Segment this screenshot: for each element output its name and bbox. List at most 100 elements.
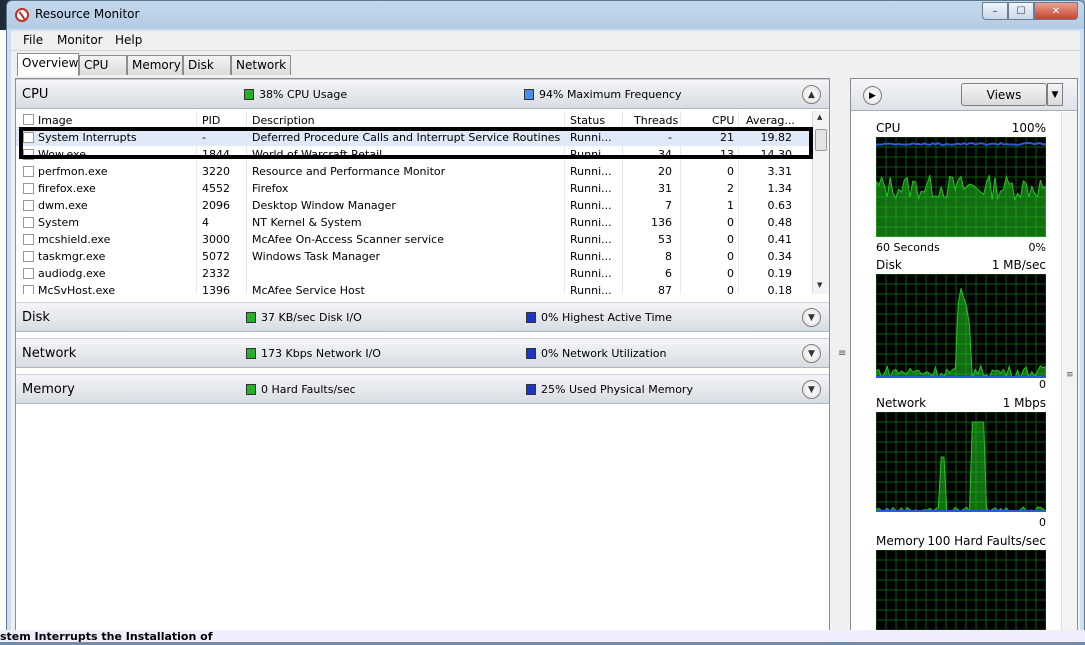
disk-section-header[interactable]: Disk 37 KB/sec Disk I/O 0% Highest Activ… — [16, 302, 829, 332]
chevron-down-icon[interactable]: ▼ — [802, 380, 821, 399]
cell-image: McSvHost.exe — [38, 284, 116, 294]
memory-section-header[interactable]: Memory 0 Hard Faults/sec 25% Used Physic… — [16, 374, 829, 404]
cell-threads: 34 — [658, 148, 672, 161]
cell-pid: 1396 — [202, 284, 230, 294]
memory-section-title: Memory — [22, 382, 75, 397]
scroll-thumb[interactable] — [815, 129, 827, 151]
views-button[interactable]: Views — [961, 83, 1047, 106]
resource-monitor-icon — [15, 8, 29, 22]
close-button[interactable]: ✕ — [1034, 2, 1078, 20]
col-description[interactable]: Description — [252, 114, 315, 127]
table-row[interactable]: Wow.exe 1844 World of Warcraft Retail Runni… — [16, 146, 812, 163]
physical-memory-metric: 25% Used Physical Memory — [526, 383, 693, 396]
table-row[interactable]: mcshield.exe 3000 McAfee On-Access Scanner… — [16, 231, 812, 248]
chevron-down-icon[interactable]: ▼ — [802, 344, 821, 363]
row-checkbox[interactable] — [23, 132, 34, 143]
cell-cpu: 0 — [727, 250, 734, 263]
menu-file[interactable]: File — [19, 33, 47, 47]
graph-max: 100% — [1011, 121, 1046, 135]
minimize-button[interactable]: – — [982, 2, 1008, 20]
overview-pane: CPU 38% CPU Usage 94% Maximum Frequency … — [15, 78, 830, 643]
row-checkbox[interactable] — [23, 149, 34, 160]
graph-header: Disk 1 MB/sec — [876, 258, 1046, 272]
cell-description: Firefox — [252, 182, 289, 195]
graph-max: 1 Mbps — [1002, 396, 1046, 410]
col-threads[interactable]: Threads — [634, 114, 678, 127]
cell-image: System Interrupts — [38, 131, 137, 144]
chevron-right-icon[interactable]: ▶ — [863, 86, 882, 105]
cpu-table-scrollbar[interactable]: ▲ ▼ — [812, 111, 829, 294]
row-checkbox[interactable] — [23, 268, 34, 279]
background-text-strip: stem Interrupts the Installation of — [0, 630, 1085, 643]
cell-avg: 0.48 — [767, 216, 793, 229]
row-checkbox[interactable] — [23, 183, 34, 194]
physical-memory-label: 25% Used Physical Memory — [541, 383, 693, 396]
col-image[interactable]: Image — [38, 114, 72, 127]
select-all-checkbox[interactable] — [23, 114, 34, 125]
chevron-up-icon[interactable]: ▲ — [802, 85, 821, 104]
cell-description: World of Warcraft Retail — [252, 148, 383, 161]
maximize-button[interactable]: ☐ — [1008, 2, 1034, 20]
table-row[interactable]: taskmgr.exe 5072 Windows Task Manager Runni… — [16, 248, 812, 265]
graph-pane: ▶ Views ▼ CPU 100% 60 Seconds 0% Disk 1 MB/se… — [850, 78, 1078, 643]
row-checkbox[interactable] — [23, 166, 34, 177]
row-checkbox[interactable] — [23, 217, 34, 228]
graph-min: 0 — [1039, 516, 1046, 529]
table-row[interactable]: audiodg.exe 2332 Runni... 6 0 0.19 — [16, 265, 812, 282]
menu-help[interactable]: Help — [111, 33, 146, 47]
row-checkbox[interactable] — [23, 200, 34, 211]
views-dropdown-icon[interactable]: ▼ — [1047, 83, 1063, 106]
cell-image: dwm.exe — [38, 199, 88, 212]
col-pid[interactable]: PID — [202, 114, 220, 127]
table-row[interactable]: dwm.exe 2096 Desktop Window Manager Runni..… — [16, 197, 812, 214]
tab-memory[interactable]: Memory — [127, 55, 183, 75]
tab-overview[interactable]: Overview — [17, 53, 79, 76]
row-checkbox[interactable] — [23, 285, 34, 294]
tab-cpu[interactable]: CPU — [79, 55, 127, 75]
tab-disk[interactable]: Disk — [183, 55, 231, 75]
disk-active-label: 0% Highest Active Time — [541, 311, 672, 324]
col-cpu[interactable]: CPU — [712, 114, 734, 127]
pane-splitter[interactable]: ≡ — [836, 78, 848, 643]
menu-monitor[interactable]: Monitor — [53, 33, 107, 47]
scroll-up-icon[interactable]: ▲ — [817, 113, 822, 121]
col-status[interactable]: Status — [570, 114, 605, 127]
col-average[interactable]: Averag... — [746, 114, 795, 127]
table-row[interactable]: System 4 NT Kernel & System Runni... 136 0 0.4… — [16, 214, 812, 231]
cell-description: Deferred Procedure Calls and Interrupt S… — [252, 131, 561, 144]
cell-threads: 8 — [665, 250, 672, 263]
graph-disk — [875, 273, 1047, 380]
cell-threads: 7 — [665, 199, 672, 212]
cpu-process-table: Image PID Description Status Threads CPU… — [16, 111, 812, 294]
cell-threads: 6 — [665, 267, 672, 280]
graph-scrollbar[interactable]: ≡ — [1061, 112, 1077, 642]
chevron-down-icon[interactable]: ▼ — [802, 308, 821, 327]
cell-threads: 53 — [658, 233, 672, 246]
network-section-header[interactable]: Network 173 Kbps Network I/O 0% Network … — [16, 338, 829, 368]
table-row[interactable]: System Interrupts - Deferred Procedure Cal… — [16, 129, 812, 146]
cell-description: McAfee On-Access Scanner service — [252, 233, 444, 246]
scroll-down-icon[interactable]: ▼ — [817, 281, 822, 289]
graph-header: Memory 100 Hard Faults/sec — [876, 534, 1046, 548]
row-checkbox[interactable] — [23, 251, 34, 262]
grip-icon: ≡ — [1066, 370, 1074, 380]
graph-memory — [875, 549, 1047, 643]
cell-avg: 0.19 — [767, 267, 793, 280]
cpu-section-header[interactable]: CPU 38% CPU Usage 94% Maximum Frequency … — [16, 79, 829, 109]
tab-network[interactable]: Network — [231, 55, 291, 75]
graph-title: Disk — [876, 258, 902, 272]
cell-threads: 87 — [658, 284, 672, 294]
disk-io-label: 37 KB/sec Disk I/O — [261, 311, 362, 324]
cell-avg: 0.63 — [767, 199, 793, 212]
green-square-icon — [246, 348, 256, 359]
row-checkbox[interactable] — [23, 234, 34, 245]
blue-square-icon — [526, 384, 536, 395]
client-area: Overview CPU Memory Disk Network CPU 38%… — [11, 51, 1080, 643]
table-row[interactable]: McSvHost.exe 1396 McAfee Service Host Runni… — [16, 282, 812, 294]
graph-header: Network 1 Mbps — [876, 396, 1046, 410]
table-row[interactable]: firefox.exe 4552 Firefox Runni... 31 2 1.34 — [16, 180, 812, 197]
cell-cpu: 0 — [727, 216, 734, 229]
title-bar[interactable]: Resource Monitor – ☐ ✕ — [7, 1, 1084, 29]
table-row[interactable]: perfmon.exe 3220 Resource and Performance … — [16, 163, 812, 180]
cell-cpu: 0 — [727, 233, 734, 246]
